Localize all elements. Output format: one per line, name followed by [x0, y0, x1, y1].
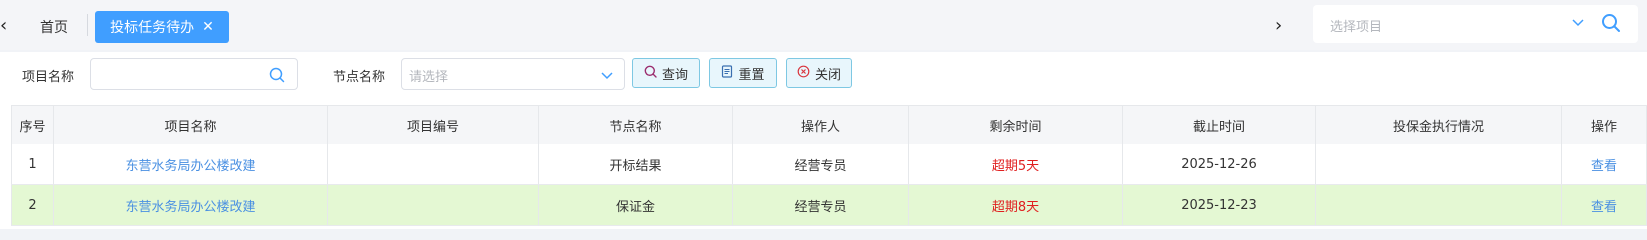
row-node-name: 保证金 [539, 185, 733, 225]
row-operator: 经营专员 [733, 185, 909, 225]
row-seq: 2 [11, 185, 54, 225]
reset-button[interactable]: 重置 [709, 58, 777, 88]
row-bond-status [1316, 185, 1562, 225]
tab-bar: ‹ 首页 投标任务待办 ✕ › 选择项目 [0, 0, 1647, 50]
row-project-code [328, 144, 539, 184]
row-node-name: 开标结果 [539, 144, 733, 184]
search-icon[interactable] [269, 67, 285, 87]
node-name-placeholder: 请选择 [409, 70, 449, 85]
tabs-prev-arrow-icon[interactable]: ‹ [0, 16, 7, 36]
project-select-placeholder: 选择项目 [1330, 20, 1383, 35]
header-project-name: 项目名称 [54, 106, 328, 144]
project-name-link[interactable]: 东营水务局办公楼改建 [54, 144, 328, 184]
table-row: 1 东营水务局办公楼改建 开标结果 经营专员 超期5天 2025-12-26 查… [11, 144, 1647, 185]
row-project-code [328, 185, 539, 225]
row-seq: 1 [11, 144, 54, 184]
row-deadline: 2025-12-26 [1123, 144, 1316, 184]
query-button-label: 查询 [661, 67, 688, 83]
row-bond-status [1316, 144, 1562, 184]
tab-bidding-tasks-label: 投标任务待办 [110, 20, 195, 36]
row-remaining-time: 超期5天 [909, 144, 1123, 184]
project-select[interactable]: 选择项目 [1313, 5, 1638, 43]
reset-button-label: 重置 [738, 67, 765, 83]
node-name-label: 节点名称 [333, 70, 386, 85]
project-name-input[interactable] [90, 58, 298, 90]
tab-divider [87, 14, 88, 36]
node-name-select[interactable]: 请选择 [401, 58, 625, 90]
table-row: 2 东营水务局办公楼改建 保证金 经营专员 超期8天 2025-12-23 查看 [11, 185, 1647, 226]
project-name-label: 项目名称 [22, 70, 75, 85]
chevron-down-icon[interactable] [600, 68, 614, 86]
project-name-link[interactable]: 东营水务局办公楼改建 [54, 185, 328, 225]
tabs-next-arrow-icon[interactable]: › [1275, 16, 1282, 36]
document-icon [721, 64, 733, 82]
header-operator: 操作人 [733, 106, 909, 144]
header-bond-status: 投保金执行情况 [1316, 106, 1562, 144]
header-node-name: 节点名称 [539, 106, 733, 144]
header-remaining-time: 剩余时间 [909, 106, 1123, 144]
row-deadline: 2025-12-23 [1123, 185, 1316, 225]
tab-bidding-tasks[interactable]: 投标任务待办 ✕ [95, 11, 229, 43]
query-button[interactable]: 查询 [632, 58, 700, 88]
header-deadline: 截止时间 [1123, 106, 1316, 144]
close-button[interactable]: 关闭 [786, 58, 852, 88]
view-link[interactable]: 查看 [1562, 185, 1647, 225]
view-link[interactable]: 查看 [1562, 144, 1647, 184]
close-circle-icon [797, 65, 810, 82]
header-seq: 序号 [11, 106, 54, 144]
header-action: 操作 [1562, 106, 1647, 144]
tab-home[interactable]: 首页 [40, 17, 68, 37]
table-header: 序号 项目名称 项目编号 节点名称 操作人 剩余时间 截止时间 投保金执行情况 … [11, 105, 1647, 145]
row-remaining-time: 超期8天 [909, 185, 1123, 225]
row-operator: 经营专员 [733, 144, 909, 184]
close-icon[interactable]: ✕ [202, 19, 214, 35]
search-icon [644, 65, 657, 82]
chevron-down-icon[interactable] [1571, 15, 1585, 33]
close-button-label: 关闭 [814, 67, 841, 83]
header-project-code: 项目编号 [328, 106, 539, 144]
search-icon[interactable] [1601, 13, 1621, 37]
